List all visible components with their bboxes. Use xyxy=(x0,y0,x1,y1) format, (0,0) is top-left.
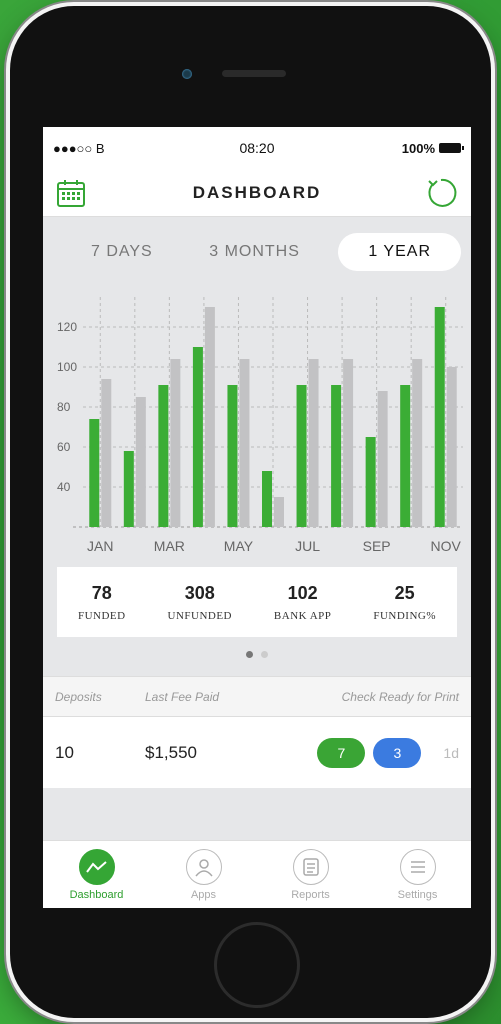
bar-secondary xyxy=(239,359,250,527)
bar-secondary xyxy=(274,497,284,527)
tab-apps[interactable]: Apps xyxy=(164,848,244,901)
y-tick-label: 100 xyxy=(57,360,77,374)
summary-panel: 78 FUNDED 308 UNFUNDED 102 BANK APP 25 F… xyxy=(57,567,457,637)
bar-primary xyxy=(296,385,307,527)
bar-secondary xyxy=(204,307,215,527)
bar-secondary xyxy=(343,359,354,527)
page-dot xyxy=(261,651,268,658)
refresh-icon[interactable] xyxy=(423,175,459,211)
bottom-tab-bar: Dashboard Apps Reports Settings xyxy=(43,840,471,908)
page-dot-active xyxy=(246,651,253,658)
header-last-fee: Last Fee Paid xyxy=(145,689,220,704)
app-screen: ●●●○○ B 08:20 100% DASHBOARD 7 DAYS 3 MO… xyxy=(43,127,471,908)
status-time: 08:20 xyxy=(239,140,275,156)
page-indicator[interactable] xyxy=(43,651,471,658)
bar-primary xyxy=(192,347,203,527)
summary-label: UNFUNDED xyxy=(167,609,232,622)
earpiece-speaker xyxy=(222,70,286,77)
last-fee-value: $1,550 xyxy=(145,742,197,762)
summary-label: FUNDED xyxy=(77,609,126,622)
summary-value: 102 xyxy=(287,582,318,603)
settings-icon xyxy=(399,848,436,885)
bar-primary xyxy=(158,385,169,527)
battery-icon xyxy=(439,143,464,153)
bar-primary xyxy=(365,437,376,527)
home-button[interactable] xyxy=(214,922,300,1008)
x-tick-label: NOV xyxy=(431,538,462,554)
user-icon xyxy=(185,848,222,885)
bar-secondary xyxy=(101,379,112,527)
bar-secondary xyxy=(377,391,388,527)
status-bar: ●●●○○ B 08:20 100% xyxy=(43,127,471,169)
chart-svg: 40 60 80 100 120 JAN MAR MAY JUL SEP NOV xyxy=(57,297,463,554)
x-tick-label: JUL xyxy=(295,538,320,554)
summary-label: BANK APP xyxy=(273,609,332,622)
dashboard-icon xyxy=(78,848,115,885)
deposits-row[interactable]: 10 $1,550 7 3 1d xyxy=(43,716,471,788)
summary-value: 25 xyxy=(394,582,415,603)
y-tick-label: 40 xyxy=(57,480,71,494)
bar-secondary xyxy=(170,359,181,527)
deposits-table-header: Deposits Last Fee Paid Check Ready for P… xyxy=(43,676,471,716)
nav-bar: DASHBOARD xyxy=(43,169,471,217)
bar-primary xyxy=(262,471,272,527)
tab-3-months[interactable]: 3 MONTHS xyxy=(191,233,318,271)
y-tick-label: 60 xyxy=(57,440,71,454)
bar-secondary xyxy=(446,367,457,527)
tab-settings[interactable]: Settings xyxy=(378,848,458,901)
bar-primary xyxy=(400,385,411,527)
summary-funded: 78 FUNDED xyxy=(78,583,126,622)
front-camera xyxy=(182,69,192,79)
summary-label: FUNDING% xyxy=(373,609,437,622)
tab-1-year[interactable]: 1 YEAR xyxy=(338,233,461,271)
tab-7-days[interactable]: 7 DAYS xyxy=(73,233,171,271)
bar-secondary xyxy=(412,359,423,527)
x-tick-label: MAY xyxy=(224,538,254,554)
tab-label: Apps xyxy=(190,888,217,901)
summary-funding-percent: 25 FUNDING% xyxy=(373,583,436,622)
bar-secondary xyxy=(308,359,319,527)
calendar-icon[interactable] xyxy=(55,177,87,209)
bar-secondary xyxy=(135,397,146,527)
page-title: DASHBOARD xyxy=(192,182,322,202)
tab-reports[interactable]: Reports xyxy=(271,848,351,901)
blue-count-badge[interactable]: 3 xyxy=(373,737,422,768)
x-tick-label: MAR xyxy=(154,538,185,554)
y-tick-label: 120 xyxy=(57,320,77,334)
bar-primary xyxy=(331,385,342,527)
age-label: 1d xyxy=(443,744,459,761)
green-count-badge[interactable]: 7 xyxy=(317,737,366,768)
bar-primary xyxy=(123,451,134,527)
header-check-ready: Check Ready for Print xyxy=(341,689,459,704)
bar-primary xyxy=(434,307,445,527)
x-tick-label: JAN xyxy=(87,538,113,554)
summary-bank-app: 102 BANK APP xyxy=(274,583,332,622)
bar-chart: 40 60 80 100 120 JAN MAR MAY JUL SEP NOV xyxy=(43,287,471,554)
header-deposits: Deposits xyxy=(55,689,102,704)
bar-primary xyxy=(89,419,100,527)
tab-label: Reports xyxy=(291,888,330,901)
x-tick-label: SEP xyxy=(363,538,391,554)
tab-label: Dashboard xyxy=(69,888,124,901)
deposits-count: 10 xyxy=(55,742,74,762)
summary-unfunded: 308 UNFUNDED xyxy=(168,583,233,622)
y-tick-label: 80 xyxy=(57,400,71,414)
summary-value: 308 xyxy=(184,582,215,603)
phone-frame: ●●●○○ B 08:20 100% DASHBOARD 7 DAYS 3 MO… xyxy=(10,6,491,1018)
tab-label: Settings xyxy=(397,888,438,901)
period-tabs: 7 DAYS 3 MONTHS 1 YEAR xyxy=(43,217,471,287)
summary-value: 78 xyxy=(91,582,112,603)
reports-icon xyxy=(292,848,329,885)
bar-primary xyxy=(227,385,238,527)
tab-dashboard[interactable]: Dashboard xyxy=(57,848,137,901)
